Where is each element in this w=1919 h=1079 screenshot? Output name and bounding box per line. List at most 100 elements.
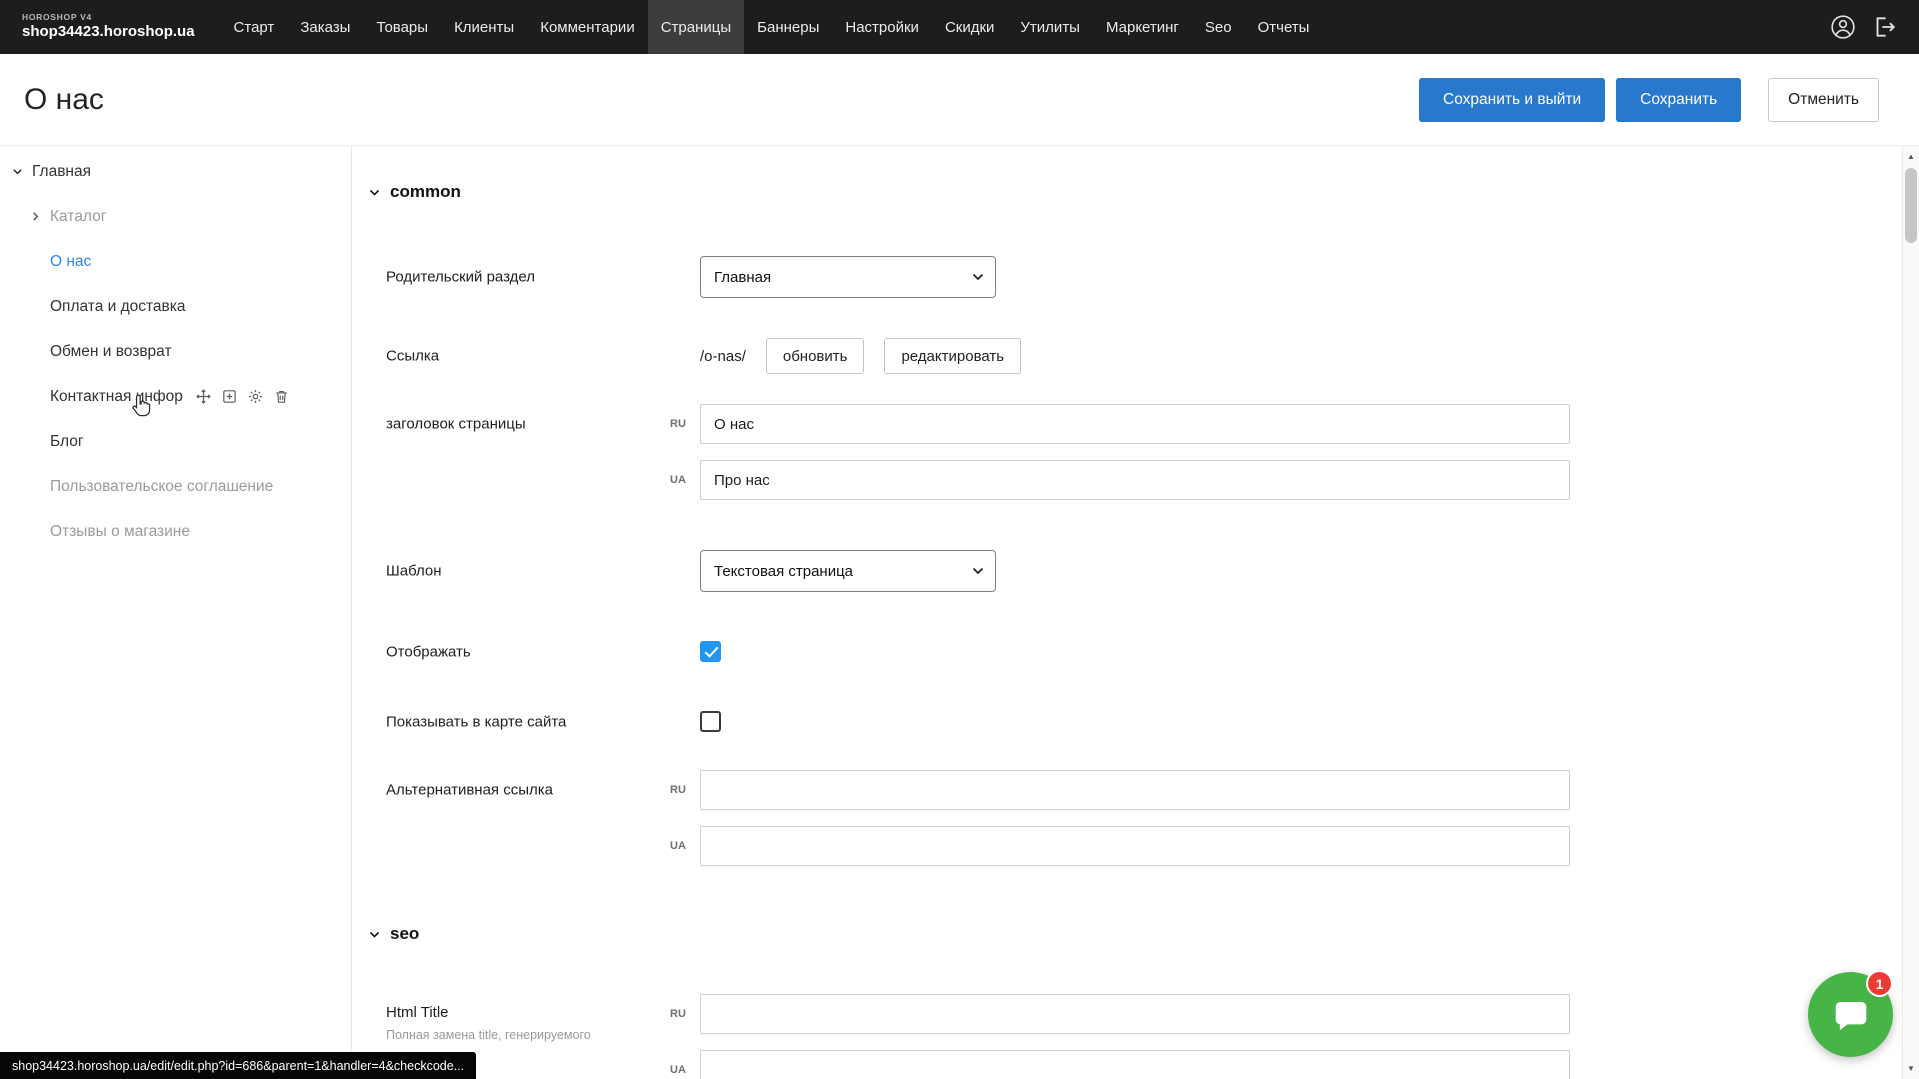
section-seo-header[interactable]: seo — [368, 924, 419, 944]
sidebar-item-user-agreement[interactable]: Пользовательское соглашение — [0, 464, 351, 509]
html-title-ua-input[interactable] — [700, 1050, 1570, 1079]
sidebar-item-label: Пользовательское соглашение — [50, 478, 273, 496]
nav-item-products[interactable]: Товары — [363, 0, 441, 54]
sidebar-item-label: О нас — [50, 253, 91, 271]
field-label: Html Title Полная замена title, генериру… — [386, 1004, 591, 1042]
field-hint: Полная замена title, генерируемого — [386, 1028, 591, 1042]
chevron-down-icon[interactable] — [10, 164, 25, 179]
nav-item-discounts[interactable]: Скидки — [932, 0, 1007, 54]
parent-section-select[interactable]: Главная — [700, 256, 996, 298]
sidebar-item-store-reviews[interactable]: Отзывы о магазине — [0, 509, 351, 554]
cancel-button[interactable]: Отменить — [1768, 78, 1879, 122]
chevron-right-icon[interactable] — [28, 209, 43, 224]
add-page-icon[interactable] — [221, 388, 238, 405]
alt-link-ru-input[interactable] — [700, 770, 1570, 810]
sidebar-item-about[interactable]: О нас — [0, 239, 351, 284]
nav-item-comments[interactable]: Комментарии — [527, 0, 647, 54]
sidebar-item-contact-info[interactable]: Контактная инфор — [0, 374, 351, 419]
chevron-down-icon — [972, 273, 984, 281]
nav-item-orders[interactable]: Заказы — [287, 0, 363, 54]
sidebar-item-label: Обмен и возврат — [50, 343, 172, 361]
topbar-right-controls — [1830, 14, 1919, 40]
nav-item-banners[interactable]: Баннеры — [744, 0, 832, 54]
lang-badge-ru: RU — [662, 418, 694, 430]
page-title-ru-input[interactable] — [700, 404, 1570, 444]
lang-badge-ua: UA — [662, 474, 694, 486]
chat-unread-badge: 1 — [1866, 970, 1893, 997]
save-exit-button[interactable]: Сохранить и выйти — [1419, 78, 1605, 122]
chevron-down-icon — [972, 567, 984, 575]
page-header: О нас Сохранить и выйти Сохранить Отмени… — [0, 54, 1919, 146]
lang-badge-ru: RU — [662, 1008, 694, 1020]
gear-icon[interactable] — [247, 388, 264, 405]
field-label: Альтернативная ссылка — [386, 782, 553, 799]
sidebar-item-label: Блог — [50, 433, 84, 451]
nav-item-clients[interactable]: Клиенты — [441, 0, 527, 54]
field-label: Показывать в карте сайта — [386, 714, 566, 731]
scrollbar-thumb[interactable] — [1905, 168, 1917, 243]
form-row-page-title-ru: заголовок страницы RU — [352, 404, 1902, 444]
account-icon[interactable] — [1830, 14, 1856, 40]
field-label: Шаблон — [386, 563, 442, 580]
field-label: Ссылка — [386, 348, 439, 365]
nav-item-pages[interactable]: Страницы — [648, 0, 744, 54]
logo-version-label: HOROSHOP V4 — [22, 13, 195, 23]
select-value: Текстовая страница — [714, 563, 853, 580]
nav-item-reports[interactable]: Отчеты — [1245, 0, 1323, 54]
lang-badge-ua: UA — [662, 840, 694, 852]
trash-icon[interactable] — [273, 388, 290, 405]
page-title: О нас — [24, 83, 104, 117]
chevron-down-icon — [368, 928, 381, 941]
sidebar-item-label: Главная — [32, 163, 91, 181]
vertical-scrollbar[interactable]: ▲ ▼ — [1902, 146, 1919, 1079]
section-common-header[interactable]: common — [368, 182, 461, 202]
lang-badge-ru: RU — [662, 784, 694, 796]
sidebar-item-label: Оплата и доставка — [50, 298, 186, 316]
sidebar-item-exchange-return[interactable]: Обмен и возврат — [0, 329, 351, 374]
nav-item-settings[interactable]: Настройки — [832, 0, 932, 54]
horoshop-admin-page: HOROSHOP V4 shop34423.horoshop.ua Старт … — [0, 0, 1919, 1079]
status-bar-url: shop34423.horoshop.ua/edit/edit.php?id=6… — [0, 1052, 476, 1079]
display-checkbox[interactable] — [700, 641, 721, 662]
nav-item-seo[interactable]: Seo — [1192, 0, 1245, 54]
sitemap-checkbox[interactable] — [700, 711, 721, 732]
save-button[interactable]: Сохранить — [1616, 78, 1741, 122]
alt-link-ua-input[interactable] — [700, 826, 1570, 866]
tree-item-actions — [195, 388, 290, 405]
move-icon[interactable] — [195, 388, 212, 405]
select-value: Главная — [714, 269, 771, 286]
page-title-ua-input[interactable] — [700, 460, 1570, 500]
form-row-display: Отображать — [352, 641, 1902, 663]
form-row-link: Ссылка /o-nas/ обновить редактировать — [352, 338, 1902, 374]
form-row-html-title-ru: Html Title Полная замена title, генериру… — [352, 994, 1902, 1034]
form-row-html-title-ua: UA — [352, 1050, 1902, 1079]
header-actions: Сохранить и выйти Сохранить Отменить — [1419, 78, 1919, 122]
main-menu: Старт Заказы Товары Клиенты Комментарии … — [221, 0, 1323, 54]
sidebar-item-catalog[interactable]: Каталог — [0, 194, 351, 239]
form-row-parent-section: Родительский раздел Главная — [352, 256, 1902, 298]
section-title: seo — [390, 924, 419, 944]
field-label: заголовок страницы — [386, 416, 526, 433]
chat-launcher-button[interactable]: 1 — [1808, 972, 1893, 1057]
html-title-ru-input[interactable] — [700, 994, 1570, 1034]
edit-link-button[interactable]: редактировать — [884, 338, 1021, 374]
form-row-template: Шаблон Текстовая страница — [352, 550, 1902, 592]
refresh-link-button[interactable]: обновить — [766, 338, 865, 374]
form-row-sitemap: Показывать в карте сайта — [352, 711, 1902, 733]
scroll-down-button[interactable]: ▼ — [1903, 1060, 1919, 1077]
sidebar-item-home[interactable]: Главная — [0, 149, 351, 194]
form-row-page-title-ua: UA — [352, 460, 1902, 500]
nav-item-start[interactable]: Старт — [221, 0, 288, 54]
scroll-up-button[interactable]: ▲ — [1903, 148, 1919, 165]
sidebar-item-label: Контактная инфор — [50, 388, 183, 406]
sidebar-item-blog[interactable]: Блог — [0, 419, 351, 464]
nav-item-utilities[interactable]: Утилиты — [1007, 0, 1093, 54]
template-select[interactable]: Текстовая страница — [700, 550, 996, 592]
page-edit-form: common Родительский раздел Главная Ссылк… — [352, 146, 1902, 1079]
logout-icon[interactable] — [1871, 14, 1897, 40]
lang-badge-ua: UA — [662, 1064, 694, 1076]
sidebar-item-payment-delivery[interactable]: Оплата и доставка — [0, 284, 351, 329]
app-logo[interactable]: HOROSHOP V4 shop34423.horoshop.ua — [0, 13, 209, 40]
sidebar-item-label: Каталог — [50, 208, 106, 226]
nav-item-marketing[interactable]: Маркетинг — [1093, 0, 1192, 54]
